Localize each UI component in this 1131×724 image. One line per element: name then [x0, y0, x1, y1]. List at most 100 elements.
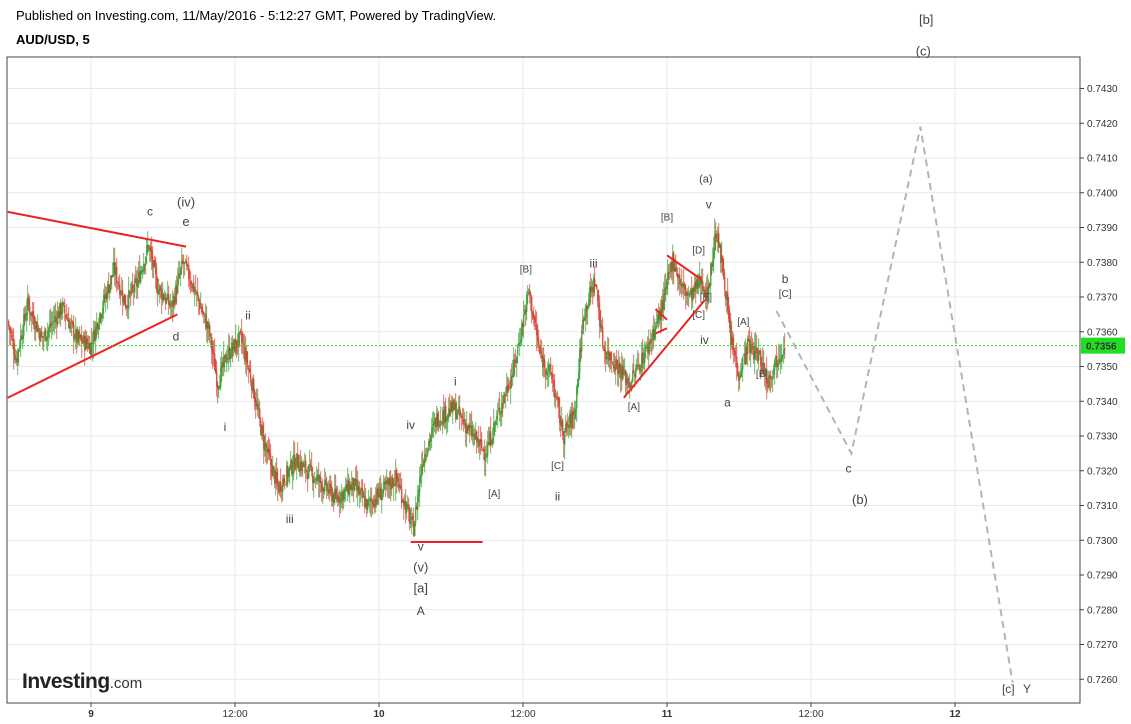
candle-body	[460, 414, 462, 416]
candle-body	[667, 272, 669, 280]
candle-body	[739, 376, 741, 380]
candle-body	[473, 433, 475, 435]
candle-body	[250, 373, 252, 382]
candle-body	[257, 404, 259, 410]
candle-body	[784, 348, 786, 350]
candle-body	[330, 484, 332, 489]
candle-body	[769, 375, 771, 378]
candle-body	[193, 281, 195, 292]
candle-body	[51, 323, 53, 326]
grid-lines	[7, 57, 1080, 703]
wave-label: i	[454, 375, 457, 389]
candle-body	[733, 348, 735, 352]
wave-label: (iv)	[177, 195, 195, 210]
candle-body	[619, 362, 621, 371]
candle-body	[588, 300, 590, 308]
candle-body	[604, 350, 606, 352]
candle-body	[780, 358, 782, 363]
candle-body	[43, 336, 45, 338]
candle-body	[550, 364, 552, 375]
candle-body	[437, 413, 439, 427]
candle-body	[117, 282, 119, 284]
candle-body	[663, 293, 665, 310]
candle-body	[559, 407, 561, 424]
candle-body	[41, 332, 43, 336]
candle-body	[370, 498, 372, 502]
candle-body	[163, 294, 165, 300]
wave-label: [B]	[661, 213, 673, 224]
candle-body	[645, 346, 647, 353]
y-tick-label: 0.7280	[1087, 605, 1118, 616]
candle-body	[116, 266, 118, 284]
candle-body	[169, 303, 171, 306]
y-tick-label: 0.7410	[1087, 154, 1118, 165]
candle-body	[311, 465, 313, 472]
wave-label: [A]	[488, 489, 500, 500]
candle-body	[408, 504, 410, 511]
candle-body	[62, 302, 64, 313]
candle-body	[189, 281, 191, 283]
wave-label: (b)	[852, 492, 868, 507]
price-chart[interactable]: c(iv)ediiiiiiivv(v)[a]Ai[A][B][C]iiiii[A…	[0, 0, 1131, 724]
candle-body	[426, 455, 428, 458]
candle-body	[64, 304, 66, 314]
candle-body	[736, 356, 738, 368]
candle-body	[213, 353, 215, 354]
candle-body	[584, 317, 586, 320]
candle-body	[431, 427, 433, 437]
candle-body	[492, 437, 494, 443]
candle-body	[367, 499, 369, 510]
candle-body	[564, 430, 566, 445]
wave-label: iii	[286, 512, 294, 526]
candle-body	[145, 257, 147, 266]
candle-body	[270, 455, 272, 466]
candle-body	[633, 369, 635, 373]
candle-body	[551, 374, 553, 379]
candle-body	[13, 342, 15, 355]
candle-body	[544, 360, 546, 369]
y-tick-label: 0.7350	[1087, 362, 1118, 373]
candle-body	[124, 294, 126, 306]
wave-label: iv	[406, 418, 415, 432]
candle-body	[374, 498, 376, 507]
candle-body	[547, 371, 549, 373]
candle-body	[381, 494, 383, 500]
candle-body	[495, 421, 497, 426]
candle-body	[581, 330, 583, 351]
candle-body	[428, 441, 430, 447]
candle-body	[632, 370, 634, 382]
wave-label: [A]	[628, 402, 640, 413]
candle-body	[427, 448, 429, 455]
candle-body	[682, 283, 684, 288]
investing-logo: Investing.com	[22, 670, 143, 693]
candle-body	[294, 454, 296, 470]
candle-body	[226, 361, 228, 363]
candle-body	[527, 292, 529, 295]
candle-body	[397, 478, 399, 483]
wave-label: [a]	[414, 580, 428, 595]
candle-body	[297, 454, 299, 468]
candle-body	[760, 350, 762, 367]
candle-body	[724, 277, 726, 290]
candle-body	[199, 302, 201, 310]
projection-path	[775, 126, 1014, 683]
candle-body	[134, 279, 136, 293]
candle-body	[535, 324, 537, 327]
candle-body	[414, 523, 416, 537]
candle-body	[400, 485, 402, 489]
candle-body	[48, 327, 50, 332]
candle-body	[519, 343, 521, 345]
candle-body	[654, 328, 656, 339]
y-tick-label: 0.7330	[1087, 432, 1118, 443]
wave-label: Y	[1023, 682, 1031, 696]
candle-body	[223, 355, 225, 368]
candle-body	[598, 302, 600, 311]
candle-body	[209, 325, 211, 337]
candle-body	[463, 419, 465, 424]
candle-body	[419, 476, 421, 492]
projection-line	[775, 126, 1014, 683]
candle-body	[140, 271, 142, 283]
candle-body	[487, 443, 489, 455]
trendline	[655, 327, 668, 335]
candle-body	[410, 521, 412, 523]
